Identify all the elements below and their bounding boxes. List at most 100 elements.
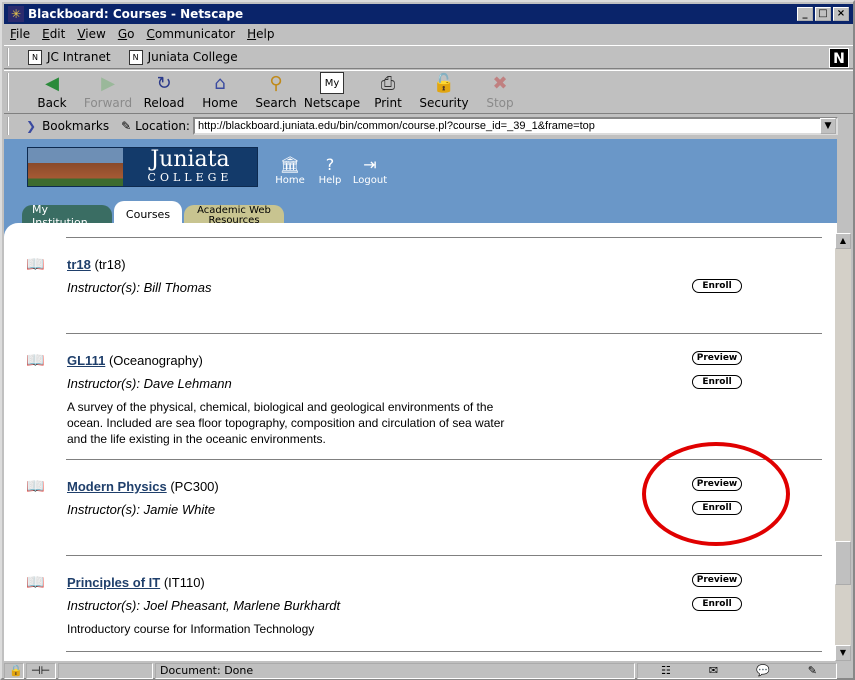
discussions-icon[interactable]: 💬 — [756, 664, 770, 677]
menu-file[interactable]: File — [10, 27, 30, 41]
stop-icon: ✖ — [492, 72, 508, 94]
search-label: Search — [255, 96, 297, 110]
book-icon: 📖 — [26, 255, 45, 273]
home-icon: ⌂ — [214, 72, 226, 94]
composer-icon[interactable]: ✎ — [808, 664, 817, 677]
book-icon: 📖 — [26, 351, 45, 369]
preview-button[interactable]: Preview — [692, 573, 742, 587]
back-label: Back — [37, 96, 67, 110]
logout-link-label: Logout — [352, 175, 388, 186]
menu-view[interactable]: View — [77, 27, 105, 41]
reload-label: Reload — [143, 96, 185, 110]
book-icon: 📖 — [26, 477, 45, 495]
enroll-button[interactable]: Enroll — [692, 375, 742, 389]
course-link[interactable]: Modern Physics — [67, 479, 167, 494]
mail-icon[interactable]: ✉ — [709, 664, 718, 677]
reload-button[interactable]: ↻ Reload — [136, 71, 192, 113]
help-icon: ? — [325, 155, 335, 174]
course-code: (Oceanography) — [108, 353, 203, 368]
url-input[interactable]: http://blackboard.juniata.edu/bin/common… — [193, 117, 838, 135]
juniata-logo[interactable]: Juniata COLLEGE — [27, 147, 258, 187]
scroll-up-button[interactable]: ▲ — [835, 233, 851, 249]
home-link-label: Home — [275, 175, 305, 186]
divider — [66, 651, 822, 652]
site-home-link[interactable]: 🏛 Home — [274, 155, 306, 186]
netscape-label: Netscape — [303, 96, 361, 110]
instructor-label: Instructor(s): — [67, 598, 140, 613]
netscape-app-icon: ✳ — [8, 6, 24, 22]
url-dropdown-button[interactable]: ▼ — [820, 118, 836, 134]
security-lock-icon[interactable]: 🔒 — [4, 662, 24, 679]
logo-name: Juniata — [150, 147, 230, 172]
search-icon: ⚲ — [269, 72, 283, 94]
instructor-name: Jamie White — [143, 502, 216, 517]
vertical-scrollbar[interactable]: ▲ ▼ — [835, 233, 851, 661]
menu-communicator[interactable]: Communicator — [146, 27, 235, 41]
toolbar-grip[interactable] — [7, 73, 13, 111]
navigator-icon[interactable]: ☷ — [661, 664, 671, 677]
toolbar-grip[interactable] — [7, 117, 13, 135]
status-text: Document: Done — [155, 662, 635, 679]
menu-bar: File Edit View Go Communicator Help — [4, 24, 853, 44]
stop-label: Stop — [486, 96, 514, 110]
stop-button[interactable]: ✖ Stop — [472, 71, 528, 113]
netscape-logo-icon[interactable]: N — [829, 48, 849, 68]
bookmark-juniata-college[interactable]: N Juniata College — [128, 49, 238, 65]
menu-edit[interactable]: Edit — [42, 27, 65, 41]
print-icon: ⎙ — [380, 72, 396, 94]
scroll-thumb[interactable] — [835, 541, 851, 585]
scroll-down-button[interactable]: ▼ — [835, 645, 851, 661]
location-icon: ✎ — [121, 119, 132, 133]
bookmark-jc-intranet[interactable]: N JC Intranet — [28, 49, 111, 65]
window-title: Blackboard: Courses - Netscape — [28, 7, 244, 21]
instructor-name: Dave Lehmann — [143, 376, 232, 391]
site-help-link[interactable]: ? Help — [314, 155, 346, 186]
book-icon: 📖 — [26, 573, 45, 591]
logout-icon: ⇥ — [363, 155, 377, 174]
page-icon: N — [128, 49, 143, 65]
course-link[interactable]: GL111 — [67, 353, 105, 368]
course-code: (tr18) — [94, 257, 126, 272]
navigation-toolbar: ◀ Back ▶ Forward ↻ Reload ⌂ Home ⚲ Search My N… — [4, 70, 853, 114]
menu-go[interactable]: Go — [118, 27, 135, 41]
toolbar-grip[interactable] — [7, 48, 13, 66]
instructor-name: Joel Pheasant, Marlene Burkhardt — [143, 598, 341, 613]
logo-sub: COLLEGE — [147, 171, 233, 184]
page-icon: N — [28, 49, 42, 65]
security-button[interactable]: 🔓 Security — [416, 71, 472, 113]
netscape-button[interactable]: My Netscape — [304, 71, 360, 113]
search-button[interactable]: ⚲ Search — [248, 71, 304, 113]
back-button[interactable]: ◀ Back — [24, 71, 80, 113]
site-logout-link[interactable]: ⇥ Logout — [352, 155, 388, 186]
forward-button[interactable]: ▶ Forward — [80, 71, 136, 113]
course-description: Introductory course for Information Tech… — [67, 622, 315, 636]
instructor-label: Instructor(s): — [67, 376, 140, 391]
forward-label: Forward — [83, 96, 133, 110]
print-label: Print — [374, 96, 402, 110]
back-arrow-icon: ◀ — [45, 72, 59, 94]
location-label: Location: — [135, 119, 190, 133]
course-link[interactable]: Principles of IT — [67, 575, 160, 590]
bookmarks-icon[interactable]: ❯ — [26, 119, 36, 133]
divider — [66, 555, 822, 556]
preview-button[interactable]: Preview — [692, 351, 742, 365]
enroll-button[interactable]: Enroll — [692, 597, 742, 611]
home-button[interactable]: ⌂ Home — [192, 71, 248, 113]
minimize-button[interactable]: _ — [797, 7, 813, 21]
print-button[interactable]: ⎙ Print — [360, 71, 416, 113]
bookmark-label: JC Intranet — [47, 50, 111, 64]
component-bar: ☷ ✉ 💬 ✎ — [637, 662, 837, 679]
lock-icon: 🔓 — [432, 72, 456, 94]
bookmarks-button[interactable]: Bookmarks — [42, 119, 109, 133]
close-button[interactable]: × — [833, 7, 849, 21]
enroll-button[interactable]: Enroll — [692, 279, 742, 293]
menu-help[interactable]: Help — [247, 27, 274, 41]
progress-bar — [58, 662, 153, 679]
course-link[interactable]: tr18 — [67, 257, 91, 272]
course-description: A survey of the physical, chemical, biol… — [67, 400, 505, 446]
instructor-label: Instructor(s): — [67, 502, 140, 517]
maximize-button[interactable]: □ — [815, 7, 831, 21]
instructor-name: Bill Thomas — [143, 280, 212, 295]
course-code: (PC300) — [170, 479, 219, 494]
connection-icon: ⊣⊢ — [26, 662, 56, 679]
